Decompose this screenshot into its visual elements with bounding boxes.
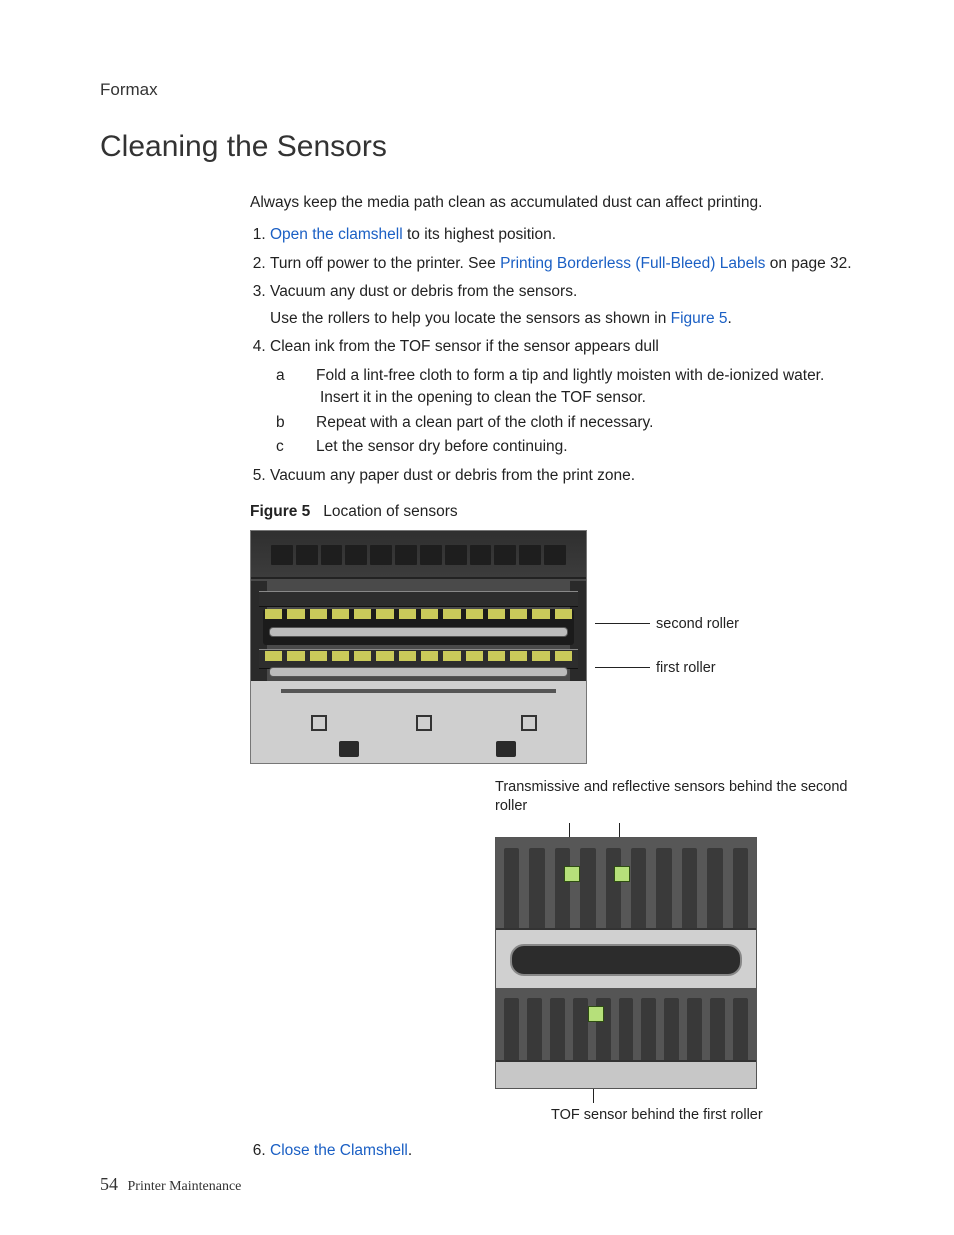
close-clamshell-link[interactable]: Close the Clamshell bbox=[270, 1142, 408, 1159]
step-2: Turn off power to the printer. See Print… bbox=[270, 253, 854, 275]
step-6-after: . bbox=[408, 1142, 412, 1159]
intro-paragraph: Always keep the media path clean as accu… bbox=[250, 192, 854, 214]
step-2-before: Turn off power to the printer. See bbox=[270, 255, 500, 272]
figure-1-wrapper: second roller first roller bbox=[250, 530, 854, 764]
step-1: Open the clamshell to its highest positi… bbox=[270, 224, 854, 246]
callout-first-roller: first roller bbox=[657, 658, 716, 679]
fig2-top-caption: Transmissive and reflective sensors behi… bbox=[495, 778, 854, 817]
step-3-line1: Vacuum any dust or debris from the senso… bbox=[270, 283, 577, 300]
step-3-line2-after: . bbox=[728, 310, 732, 327]
page-number: 54 bbox=[100, 1174, 118, 1194]
tof-sensor-icon bbox=[588, 1006, 604, 1022]
figure-2-block: Transmissive and reflective sensors behi… bbox=[495, 778, 854, 1126]
page-footer: 54 Printer Maintenance bbox=[100, 1174, 241, 1195]
step-6: Close the Clamshell. bbox=[270, 1140, 854, 1162]
step-4a: aFold a lint-free cloth to form a tip an… bbox=[298, 365, 854, 410]
step-1-text: to its highest position. bbox=[403, 226, 556, 243]
document-page: Formax Cleaning the Sensors Always keep … bbox=[0, 0, 954, 1235]
borderless-labels-link[interactable]: Printing Borderless (Full-Bleed) Labels bbox=[500, 255, 765, 272]
page-title: Cleaning the Sensors bbox=[100, 130, 854, 164]
figure-5-link[interactable]: Figure 5 bbox=[671, 310, 728, 327]
step-4-sublist: aFold a lint-free cloth to form a tip an… bbox=[270, 365, 854, 459]
step-3-line2-before: Use the rollers to help you locate the s… bbox=[270, 310, 671, 327]
step-4: Clean ink from the TOF sensor if the sen… bbox=[270, 336, 854, 458]
step-4c: cLet the sensor dry before continuing. bbox=[298, 436, 854, 458]
figure-5-caption: Figure 5 Location of sensors bbox=[250, 501, 854, 523]
fig2-bottom-leader bbox=[495, 1089, 755, 1103]
reflective-sensor-icon bbox=[614, 866, 630, 882]
figure-label: Figure 5 bbox=[250, 503, 310, 520]
transmissive-sensor-icon bbox=[564, 866, 580, 882]
brand-name: Formax bbox=[100, 80, 854, 100]
step-4a-text: Fold a lint-free cloth to form a tip and… bbox=[316, 367, 824, 406]
open-clamshell-link[interactable]: Open the clamshell bbox=[270, 226, 403, 243]
footer-section: Printer Maintenance bbox=[128, 1179, 242, 1194]
fig2-bottom-caption: TOF sensor behind the first roller bbox=[551, 1105, 854, 1126]
fig2-top-leaders bbox=[495, 823, 755, 837]
sensor-closeup-image bbox=[495, 837, 757, 1089]
step-2-after: on page 32. bbox=[765, 255, 851, 272]
main-content: Always keep the media path clean as accu… bbox=[250, 192, 854, 1162]
step-4b: bRepeat with a clean part of the cloth i… bbox=[298, 412, 854, 434]
step-5: Vacuum any paper dust or debris from the… bbox=[270, 465, 854, 487]
step-4c-text: Let the sensor dry before continuing. bbox=[316, 438, 568, 455]
step-4b-text: Repeat with a clean part of the cloth if… bbox=[316, 414, 653, 431]
step-3: Vacuum any dust or debris from the senso… bbox=[270, 281, 854, 330]
printer-overview-image bbox=[250, 530, 587, 764]
step-4-intro: Clean ink from the TOF sensor if the sen… bbox=[270, 338, 659, 355]
procedure-list-cont: Close the Clamshell. bbox=[250, 1140, 854, 1162]
figure-caption-text: Location of sensors bbox=[323, 503, 457, 520]
procedure-list: Open the clamshell to its highest positi… bbox=[250, 224, 854, 487]
callout-second-roller: second roller bbox=[657, 614, 739, 635]
